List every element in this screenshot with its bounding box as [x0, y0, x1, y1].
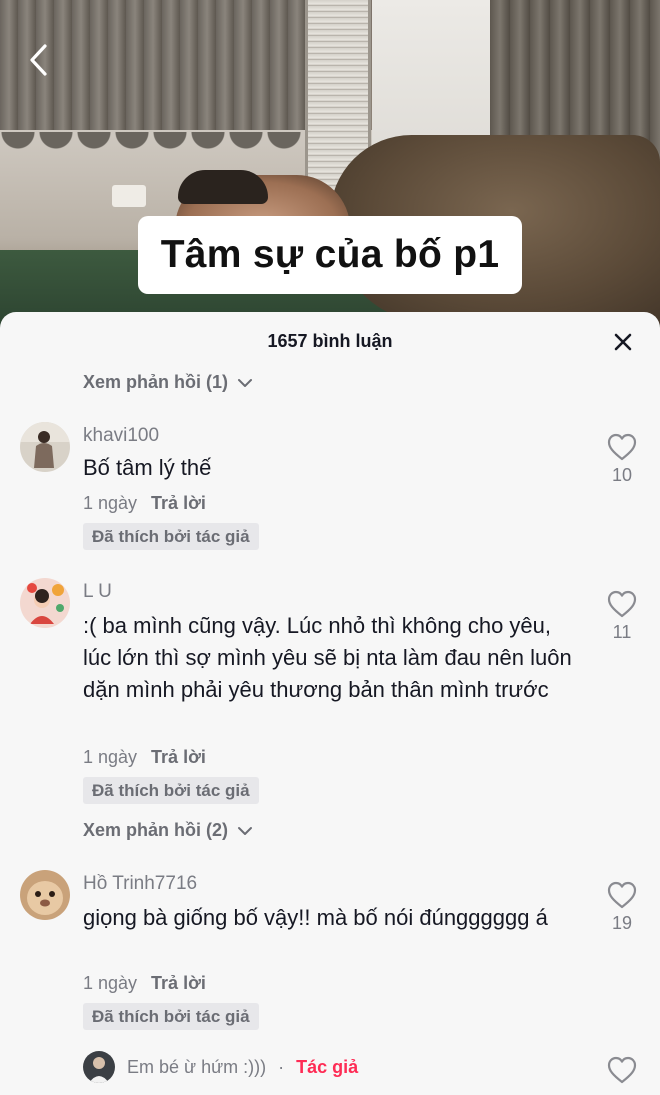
avatar[interactable]	[20, 870, 70, 920]
like-button[interactable]: 11	[604, 590, 640, 643]
avatar[interactable]	[20, 578, 70, 628]
avatar-image	[20, 578, 70, 628]
comment-time: 1 ngày	[83, 973, 138, 993]
curtain-valance	[0, 132, 320, 164]
close-button[interactable]	[612, 331, 634, 353]
sheet-header: 1657 bình luận	[0, 312, 660, 370]
avatar-image	[83, 1051, 115, 1083]
view-replies-label: Xem phản hồi (1)	[83, 372, 229, 392]
view-replies-label: Xem phản hồi (2)	[83, 820, 229, 840]
heart-icon	[607, 590, 637, 618]
chevron-left-icon	[30, 44, 47, 76]
comment-time: 1 ngày	[83, 747, 138, 767]
like-count: 19	[611, 913, 633, 933]
avatar-image	[20, 870, 70, 920]
like-button[interactable]	[604, 1056, 640, 1084]
close-icon	[614, 333, 632, 351]
chevron-down-icon	[238, 826, 253, 835]
like-count: 11	[612, 622, 632, 642]
back-button[interactable]	[22, 42, 54, 78]
view-replies-button[interactable]: Xem phản hồi (2)	[83, 820, 254, 841]
comment-count: 1657 bình luận	[267, 330, 393, 351]
avatar-image	[20, 422, 70, 472]
reply-button[interactable]: Trả lời	[151, 973, 206, 994]
reply-username[interactable]: Em bé ừ hứm :)))	[127, 1057, 266, 1078]
video-player[interactable]: Tâm sự của bố p1	[0, 0, 660, 330]
heart-icon	[607, 881, 637, 909]
liked-by-author-badge: Đã thích bởi tác giả	[83, 777, 259, 804]
liked-by-author-badge: Đã thích bởi tác giả	[83, 523, 259, 550]
comment-meta: 1 ngày Trả lời	[83, 973, 206, 994]
like-button[interactable]: 19	[604, 881, 640, 934]
comment-time: 1 ngày	[83, 493, 138, 513]
reply-separator: ·	[278, 1056, 285, 1077]
wall-outlet	[112, 185, 146, 207]
heart-icon	[607, 1056, 637, 1084]
comment-username[interactable]: L U	[83, 581, 112, 603]
person-hair	[178, 170, 268, 204]
comment-username[interactable]: khavi100	[83, 425, 159, 447]
chevron-down-icon	[238, 378, 253, 387]
like-button[interactable]: 10	[604, 433, 640, 486]
reply-button[interactable]: Trả lời	[151, 747, 206, 768]
comment-username[interactable]: Hồ Trinh7716	[83, 873, 197, 895]
author-tag: Tác giả	[296, 1056, 359, 1077]
like-count: 10	[611, 465, 633, 485]
comment-meta: 1 ngày Trả lời	[83, 747, 206, 768]
comment-text: giọng bà giống bố vậy!! mà bố nói đúnggg…	[83, 905, 548, 930]
comment-meta: 1 ngày Trả lời	[83, 493, 206, 514]
author-reply-item: Em bé ừ hứm :))) · Tác giả	[83, 1050, 358, 1084]
reply-button[interactable]: Trả lời	[151, 493, 206, 514]
video-caption: Tâm sự của bố p1	[138, 216, 522, 294]
comment-text: Bố tâm lý thế	[83, 455, 212, 480]
heart-icon	[607, 433, 637, 461]
avatar[interactable]	[83, 1051, 115, 1083]
avatar[interactable]	[20, 422, 70, 472]
comment-text: :( ba mình cũng vậy. Lúc nhỏ thì không c…	[83, 613, 572, 702]
liked-by-author-badge: Đã thích bởi tác giả	[83, 1003, 259, 1030]
view-replies-button[interactable]: Xem phản hồi (1)	[83, 372, 254, 393]
